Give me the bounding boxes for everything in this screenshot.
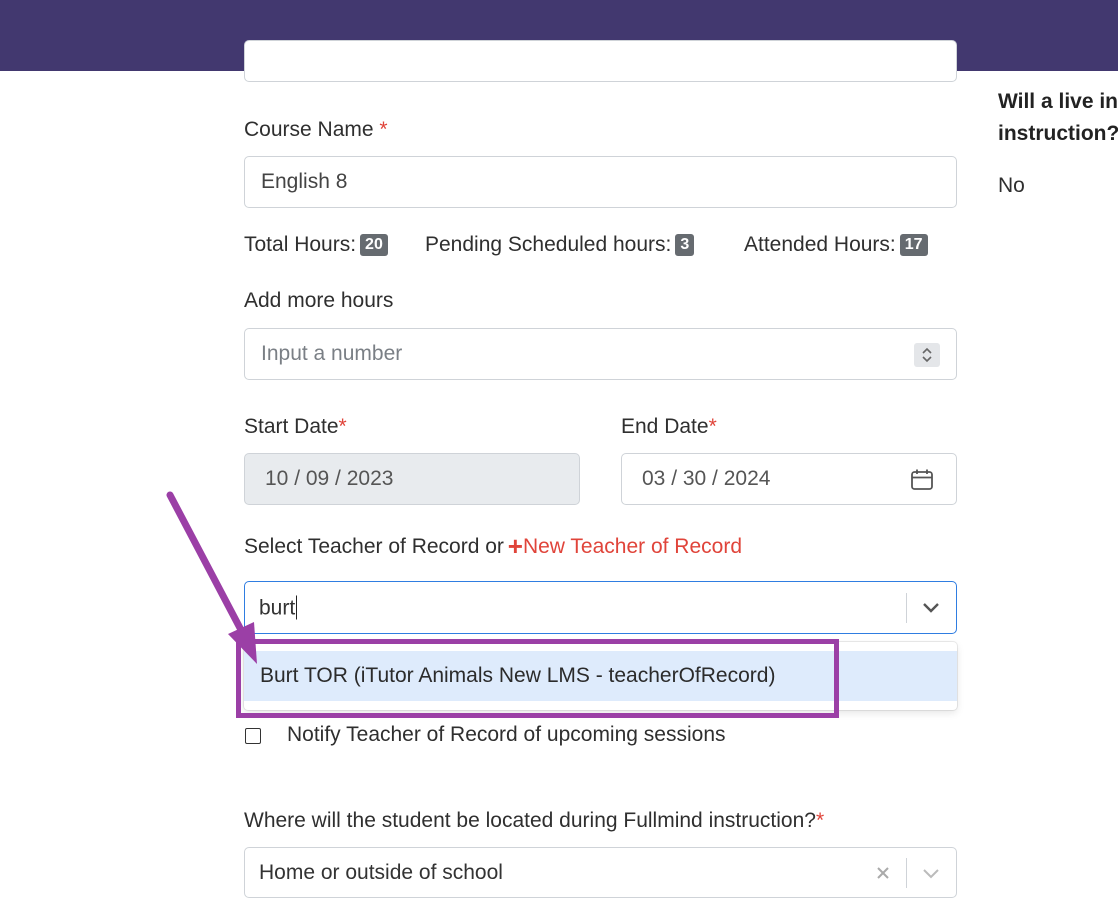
clear-icon[interactable] [876,866,890,880]
notify-label: Notify Teacher of Record of upcoming ses… [287,723,726,746]
notify-checkbox[interactable] [245,728,261,744]
annotation-arrow-icon [166,491,257,664]
location-label: Where will the student be located during… [244,809,825,832]
location-select[interactable]: Home or outside of school [244,847,957,898]
required-mark: * [815,809,825,832]
select-separator [906,858,907,888]
chevron-down-icon[interactable] [921,866,941,882]
location-value: Home or outside of school [259,860,503,884]
